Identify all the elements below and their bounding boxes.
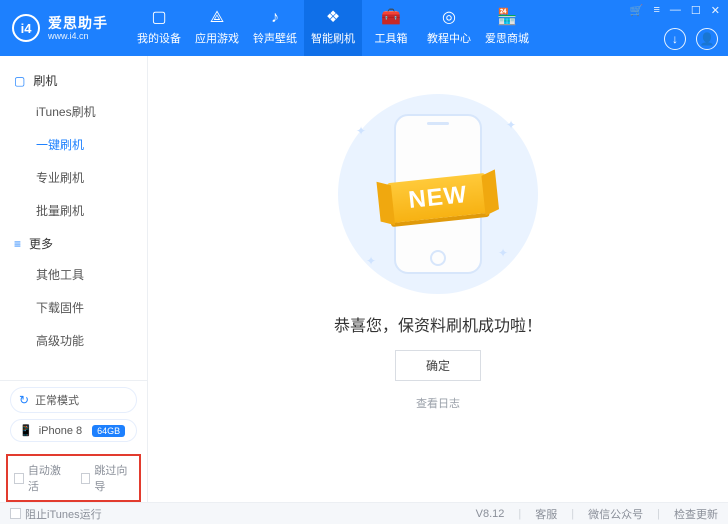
- sidebar-group-more: ≡ 更多: [0, 227, 147, 258]
- checkbox-icon: [14, 473, 24, 484]
- sidebar-item[interactable]: 下载固件: [0, 291, 147, 324]
- prevent-itunes-label: 阻止iTunes运行: [25, 506, 102, 522]
- nav-label: 我的设备: [137, 30, 181, 46]
- mode-label: 正常模式: [35, 392, 79, 408]
- sidebar-item[interactable]: iTunes刷机: [0, 95, 147, 128]
- skip-guide-label: 跳过向导: [94, 462, 133, 494]
- nav-icon: 🏪: [497, 10, 517, 26]
- nav-label: 智能刷机: [311, 30, 355, 46]
- nav-label: 教程中心: [427, 30, 471, 46]
- mode-chip[interactable]: ↻ 正常模式: [10, 387, 137, 413]
- logo-mark-icon: i4: [12, 14, 40, 42]
- checkbox-icon: [81, 473, 91, 484]
- nav-3[interactable]: ❖ 智能刷机: [304, 0, 362, 56]
- top-nav: ▢ 我的设备 ⟁ 应用游戏 ♪ 铃声壁纸 ❖ 智能刷机 🧰 工具箱 ◎ 教程中心 🏪 爱思商城: [130, 0, 536, 56]
- nav-label: 爱思商城: [485, 30, 529, 46]
- sidebar-bottom: ↻ 正常模式 📱 iPhone 8 64GB: [0, 380, 147, 448]
- square-icon: ▢: [14, 74, 25, 88]
- list-icon: ≡: [14, 237, 21, 251]
- auto-activate-checkbox[interactable]: 自动激活: [14, 462, 67, 494]
- nav-icon: ◎: [442, 10, 456, 26]
- device-name: iPhone 8: [39, 425, 82, 437]
- nav-5[interactable]: ◎ 教程中心: [420, 0, 478, 56]
- nav-icon: ♪: [271, 10, 279, 26]
- refresh-icon: ↻: [19, 393, 29, 407]
- confirm-button[interactable]: 确定: [395, 350, 481, 381]
- support-link[interactable]: 客服: [535, 506, 557, 522]
- checkbox-icon: [10, 508, 21, 519]
- nav-4[interactable]: 🧰 工具箱: [362, 0, 420, 56]
- app-title: 爱思助手: [48, 16, 108, 30]
- menu-icon[interactable]: ≡: [653, 4, 659, 17]
- sidebar-group-label: 更多: [29, 235, 53, 252]
- window-controls: 🛒 ≡ — ☐ ✕: [630, 4, 720, 17]
- download-button[interactable]: ↓: [664, 28, 686, 50]
- nav-label: 工具箱: [375, 30, 408, 46]
- maximize-icon[interactable]: ☐: [691, 4, 701, 17]
- minimize-icon[interactable]: —: [670, 4, 681, 17]
- sidebar: ▢ 刷机 iTunes刷机一键刷机专业刷机批量刷机 ≡ 更多 其他工具下载固件高…: [0, 56, 148, 502]
- storage-badge: 64GB: [92, 425, 125, 437]
- auto-activate-label: 自动激活: [28, 462, 67, 494]
- nav-label: 铃声壁纸: [253, 30, 297, 46]
- top-bar: i4 爱思助手 www.i4.cn ▢ 我的设备 ⟁ 应用游戏 ♪ 铃声壁纸 ❖ 智能刷机 🧰 工…: [0, 0, 728, 56]
- skip-guide-checkbox[interactable]: 跳过向导: [81, 462, 134, 494]
- prevent-itunes-checkbox[interactable]: 阻止iTunes运行: [10, 506, 102, 522]
- nav-0[interactable]: ▢ 我的设备: [130, 0, 188, 56]
- nav-6[interactable]: 🏪 爱思商城: [478, 0, 536, 56]
- sidebar-item[interactable]: 一键刷机: [0, 128, 147, 161]
- nav-2[interactable]: ♪ 铃声壁纸: [246, 0, 304, 56]
- cart-icon[interactable]: 🛒: [630, 4, 644, 17]
- sidebar-item[interactable]: 批量刷机: [0, 194, 147, 227]
- version-label: V8.12: [476, 508, 505, 520]
- sidebar-group-label: 刷机: [33, 72, 57, 89]
- close-icon[interactable]: ✕: [711, 4, 720, 17]
- app-logo: i4 爱思助手 www.i4.cn: [0, 14, 120, 42]
- nav-label: 应用游戏: [195, 30, 239, 46]
- sidebar-item[interactable]: 其他工具: [0, 258, 147, 291]
- device-chip[interactable]: 📱 iPhone 8 64GB: [10, 419, 137, 442]
- nav-1[interactable]: ⟁ 应用游戏: [188, 0, 246, 56]
- view-log-link[interactable]: 查看日志: [416, 395, 460, 411]
- app-url: www.i4.cn: [48, 32, 108, 41]
- check-update-link[interactable]: 检查更新: [674, 506, 718, 522]
- sidebar-group-flash: ▢ 刷机: [0, 64, 147, 95]
- sidebar-item[interactable]: 专业刷机: [0, 161, 147, 194]
- phone-icon: 📱: [19, 424, 33, 437]
- success-illustration: ✦ ✦ ✦ ✦ NEW: [338, 94, 538, 294]
- nav-icon: 🧰: [381, 10, 401, 26]
- success-message: 恭喜您，保资料刷机成功啦！: [334, 312, 542, 336]
- user-button[interactable]: 👤: [696, 28, 718, 50]
- main-panel: ✦ ✦ ✦ ✦ NEW 恭喜您，保资料刷机成功啦！ 确定 查看日志: [148, 56, 728, 502]
- wechat-link[interactable]: 微信公众号: [588, 506, 643, 522]
- bottom-options-highlight: 自动激活 跳过向导: [6, 454, 141, 502]
- nav-icon: ⟁: [210, 10, 224, 26]
- nav-icon: ▢: [151, 10, 166, 26]
- status-bar: 阻止iTunes运行 V8.12 | 客服 | 微信公众号 | 检查更新: [0, 502, 728, 524]
- nav-icon: ❖: [326, 10, 340, 26]
- sidebar-item[interactable]: 高级功能: [0, 324, 147, 357]
